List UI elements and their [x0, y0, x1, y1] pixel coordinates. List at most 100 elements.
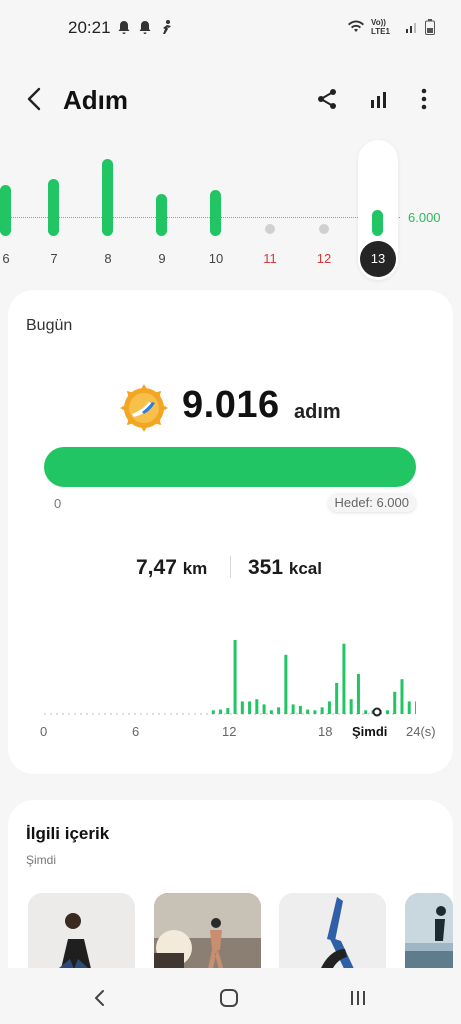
calories-unit: kcal [288, 559, 322, 578]
day-column[interactable]: 11 [250, 140, 290, 280]
today-label: Bugün [26, 317, 73, 334]
bell-icon [139, 21, 151, 34]
day-steps-bar [0, 185, 11, 236]
hourly-bar [298, 705, 302, 714]
current-time-marker [372, 707, 382, 717]
steps-unit: adım [294, 401, 341, 423]
day-column[interactable]: 10 [196, 140, 236, 280]
day-column[interactable]: 12 [304, 140, 344, 280]
hourly-bar [335, 682, 339, 714]
more-options-icon[interactable] [411, 86, 437, 112]
hourly-bar [320, 707, 324, 714]
day-label: 7 [50, 251, 58, 266]
hourly-bar [327, 701, 331, 714]
day-column[interactable]: 13 [358, 140, 398, 280]
hourly-bar [306, 709, 310, 714]
calories-value: 351 [248, 556, 284, 579]
related-subtitle: Şimdi [26, 853, 57, 867]
hourly-bar [248, 701, 252, 714]
hourly-tick-label: 0 [40, 724, 48, 739]
hourly-bar [364, 710, 368, 714]
progress-start-label: 0 [54, 496, 62, 511]
hourly-tick-label: 24(s) [406, 724, 436, 739]
hourly-tick-label: 18 [318, 724, 333, 739]
day-steps-bar [102, 159, 113, 236]
hourly-bar [385, 710, 389, 714]
hourly-bar [226, 708, 230, 714]
day-column[interactable]: 6 [0, 140, 26, 280]
hourly-tick-label: 12 [222, 724, 237, 739]
day-label: 9 [158, 251, 166, 266]
share-icon[interactable] [314, 86, 340, 112]
wifi-icon [348, 20, 364, 32]
battery-icon [425, 19, 435, 35]
app-header: Adım [0, 72, 461, 128]
hourly-bar [342, 643, 346, 714]
hourly-steps-chart[interactable]: 0 6 12 18 Şimdi 24(s) [36, 620, 436, 770]
hourly-bar [269, 710, 273, 714]
day-label: 10 [208, 251, 224, 266]
calories-stat: 351 kcal [248, 556, 322, 580]
day-column[interactable]: 7 [34, 140, 74, 280]
hourly-bar [211, 710, 215, 714]
hourly-bar [255, 699, 259, 714]
distance-value: 7,47 [136, 556, 177, 579]
hourly-bar [414, 701, 416, 714]
hourly-chart-canvas [44, 640, 416, 717]
day-column[interactable]: 8 [88, 140, 128, 280]
day-steps-bar [156, 194, 167, 236]
day-column[interactable]: 9 [142, 140, 182, 280]
nav-back-icon[interactable] [88, 986, 112, 1010]
steps-count: 9.016 [182, 384, 280, 426]
goal-label: 6.000 [408, 210, 441, 225]
bell-icon [118, 21, 130, 34]
hourly-bar [240, 701, 244, 714]
runner-icon [163, 20, 171, 34]
stat-divider [230, 556, 231, 578]
goal-badge: Hedef: 6.000 [327, 493, 416, 512]
hourly-bar [356, 674, 360, 714]
hourly-bar [407, 701, 411, 714]
system-icons: Vo)) LTE1 [347, 18, 435, 36]
day-empty-dot [319, 224, 329, 234]
hourly-tick-label: Şimdi [352, 724, 388, 739]
network-label: Vo)) LTE1 [371, 18, 390, 36]
hourly-bar [262, 704, 266, 714]
goal-achieved-badge-icon [120, 384, 168, 432]
status-bar: 20:21 Vo)) LTE1 [0, 0, 461, 56]
day-steps-bar [48, 179, 59, 236]
related-title: İlgili içerik [26, 824, 110, 843]
system-nav-bar [0, 968, 461, 1024]
day-label: 12 [316, 251, 332, 266]
hourly-bar [233, 640, 237, 714]
hourly-bar [291, 704, 295, 714]
hourly-bar [313, 710, 317, 714]
day-steps-bar [372, 210, 383, 236]
day-empty-dot [265, 224, 275, 234]
distance-unit: km [182, 559, 208, 578]
day-steps-bar [210, 190, 221, 236]
hourly-bar [219, 709, 223, 714]
day-label: 8 [104, 251, 112, 266]
distance-stat: 7,47 km [136, 556, 207, 580]
nav-home-icon[interactable] [217, 986, 241, 1010]
hourly-bar [393, 691, 397, 714]
weekly-steps-chart[interactable]: 6.000 6 7 8 9 10 11 12 13 [0, 140, 461, 280]
page-title: Adım [63, 85, 128, 115]
day-label-selected: 13 [360, 241, 396, 277]
nav-recents-icon[interactable] [346, 986, 370, 1010]
today-card: Bugün 9.016 adım 0 Hedef: 6.000 7,47 km … [8, 290, 453, 774]
hourly-bar [400, 679, 404, 714]
hourly-bar [349, 699, 353, 714]
trends-chart-icon[interactable] [367, 86, 393, 112]
hourly-tick-label: 6 [132, 724, 140, 739]
steps-progress-bar [44, 447, 416, 487]
day-label: 11 [263, 251, 277, 266]
notification-icons [116, 19, 174, 35]
day-label: 6 [2, 251, 10, 266]
hourly-bar [277, 707, 281, 714]
back-arrow-icon[interactable] [20, 84, 50, 114]
status-time: 20:21 [68, 18, 111, 37]
signal-icon [406, 23, 416, 33]
hourly-bar [284, 654, 288, 714]
